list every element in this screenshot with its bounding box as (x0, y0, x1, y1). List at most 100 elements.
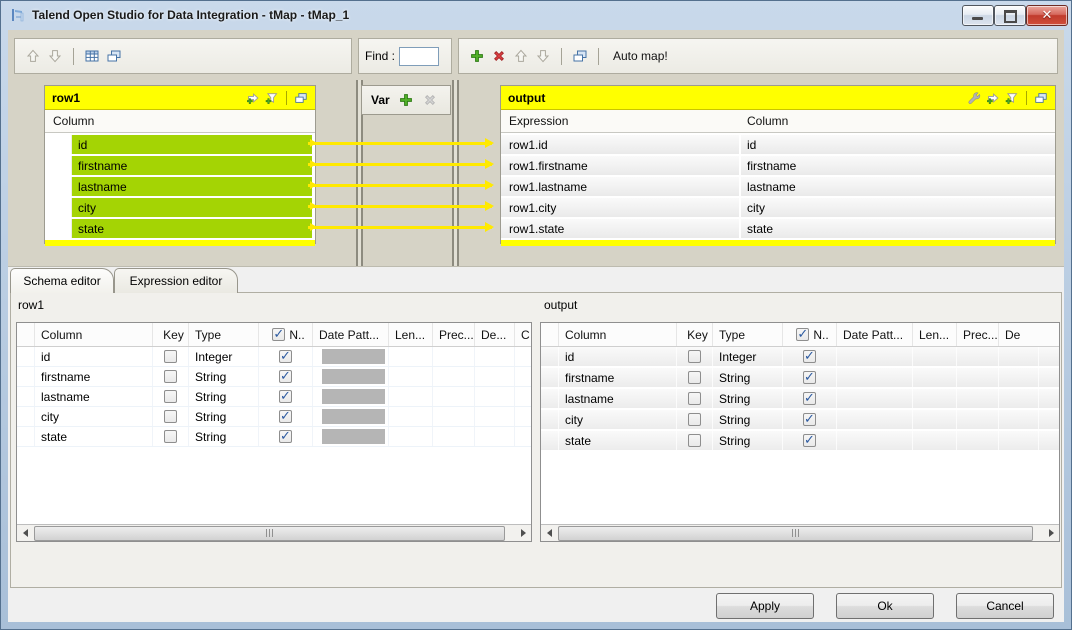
add-expression-button[interactable] (246, 91, 260, 105)
nullable-checkbox[interactable] (279, 350, 292, 363)
add-var-button[interactable] (398, 92, 414, 108)
column-cell[interactable]: firstname (559, 368, 677, 387)
col-key[interactable]: Key (677, 323, 713, 346)
close-button[interactable]: ✕ (1026, 5, 1068, 26)
right-splitter[interactable] (452, 80, 459, 266)
type-cell[interactable]: String (189, 367, 259, 386)
minimize-output-table-button[interactable] (1034, 91, 1048, 105)
schema-row[interactable]: firstname String (541, 368, 1059, 389)
type-cell[interactable]: String (713, 368, 783, 387)
col-nullable[interactable]: N.. (259, 323, 313, 346)
output-table-header[interactable]: output (501, 86, 1055, 110)
schema-row[interactable]: id Integer (541, 347, 1059, 368)
input-row[interactable]: state (45, 219, 315, 238)
col-column[interactable]: Column (35, 323, 153, 346)
col-precision[interactable]: Prec... (433, 323, 475, 346)
scroll-left-arrow[interactable] (541, 525, 557, 541)
type-cell[interactable]: String (713, 410, 783, 429)
col-type[interactable]: Type (713, 323, 783, 346)
key-checkbox[interactable] (164, 390, 177, 403)
column-cell[interactable]: state (559, 431, 677, 450)
tab-schema-editor[interactable]: Schema editor (10, 268, 114, 293)
col-length[interactable]: Len... (389, 323, 433, 346)
column-cell[interactable]: lastname (747, 180, 796, 194)
col-default[interactable]: De (999, 323, 1059, 346)
column-cell[interactable]: firstname (35, 367, 153, 386)
col-column[interactable]: Column (559, 323, 677, 346)
col-date-pattern[interactable]: Date Patt... (837, 323, 913, 346)
input-row[interactable]: lastname (45, 177, 315, 196)
type-cell[interactable]: String (189, 387, 259, 406)
delete-output-button[interactable] (491, 48, 507, 64)
mapping-link-lastname[interactable] (308, 184, 492, 187)
scroll-right-arrow[interactable] (515, 525, 531, 541)
column-cell[interactable]: firstname (747, 159, 796, 173)
add-filter-button[interactable] (1005, 91, 1019, 105)
nullable-header-checkbox[interactable] (272, 328, 285, 341)
column-cell[interactable]: state (35, 427, 153, 446)
nullable-checkbox[interactable] (803, 392, 816, 405)
col-key[interactable]: Key (153, 323, 189, 346)
move-up-button[interactable] (25, 48, 41, 64)
key-checkbox[interactable] (164, 370, 177, 383)
input-row[interactable]: firstname (45, 156, 315, 175)
schema-row[interactable]: cityString (541, 410, 1059, 431)
expression-cell[interactable]: row1.city (501, 201, 556, 215)
ok-button[interactable]: Ok (836, 593, 934, 619)
output-row[interactable]: row1.citycity (501, 198, 1055, 217)
schema-row[interactable]: firstname String (17, 367, 531, 387)
mapping-link-firstname[interactable] (308, 163, 492, 166)
schema-row[interactable]: state String (17, 427, 531, 447)
remove-var-button[interactable] (422, 92, 438, 108)
column-cell[interactable]: lastname (559, 389, 677, 408)
input-column-cell[interactable]: state (72, 219, 312, 238)
input-row[interactable]: city (45, 198, 315, 217)
column-cell[interactable]: id (747, 138, 756, 152)
nullable-checkbox[interactable] (803, 434, 816, 447)
type-cell[interactable]: Integer (713, 347, 783, 366)
col-precision[interactable]: Prec... (957, 323, 999, 346)
column-cell[interactable]: state (747, 222, 773, 236)
key-checkbox[interactable] (164, 410, 177, 423)
col-nullable[interactable]: N.. (783, 323, 837, 346)
nullable-checkbox[interactable] (803, 413, 816, 426)
input-column-cell[interactable]: firstname (72, 156, 312, 175)
nullable-checkbox[interactable] (279, 430, 292, 443)
nullable-checkbox[interactable] (803, 371, 816, 384)
add-output-button[interactable] (469, 48, 485, 64)
input-row[interactable]: id (45, 135, 315, 154)
key-checkbox[interactable] (688, 434, 701, 447)
type-cell[interactable]: Integer (189, 347, 259, 366)
column-cell[interactable]: id (35, 347, 153, 366)
input-column-cell[interactable]: lastname (72, 177, 312, 196)
type-cell[interactable]: String (189, 407, 259, 426)
column-cell[interactable]: id (559, 347, 677, 366)
type-cell[interactable]: String (713, 431, 783, 450)
schema-row[interactable]: city String (17, 407, 531, 427)
expression-cell[interactable]: row1.lastname (501, 180, 587, 194)
col-type[interactable]: Type (189, 323, 259, 346)
col-default[interactable]: De... (475, 323, 515, 346)
horizontal-scrollbar[interactable] (17, 524, 531, 541)
output-row[interactable]: row1.firstnamefirstname (501, 156, 1055, 175)
schema-row[interactable]: id Integer (17, 347, 531, 367)
type-cell[interactable]: String (189, 427, 259, 446)
tmap-settings-button[interactable] (967, 91, 981, 105)
add-filter-button[interactable] (265, 91, 279, 105)
find-input[interactable] (399, 47, 439, 66)
key-checkbox[interactable] (688, 392, 701, 405)
cancel-button[interactable]: Cancel (956, 593, 1054, 619)
col-date-pattern[interactable]: Date Patt... (313, 323, 389, 346)
schema-view-button[interactable] (84, 48, 100, 64)
move-down-button[interactable] (47, 48, 63, 64)
schema-row[interactable]: lastname String (17, 387, 531, 407)
scroll-left-arrow[interactable] (17, 525, 33, 541)
nullable-checkbox[interactable] (279, 410, 292, 423)
key-checkbox[interactable] (688, 350, 701, 363)
column-cell[interactable]: city (35, 407, 153, 426)
column-cell[interactable]: lastname (35, 387, 153, 406)
key-checkbox[interactable] (164, 430, 177, 443)
mapping-link-id[interactable] (308, 142, 492, 145)
col-length[interactable]: Len... (913, 323, 957, 346)
mapping-link-state[interactable] (308, 226, 492, 229)
